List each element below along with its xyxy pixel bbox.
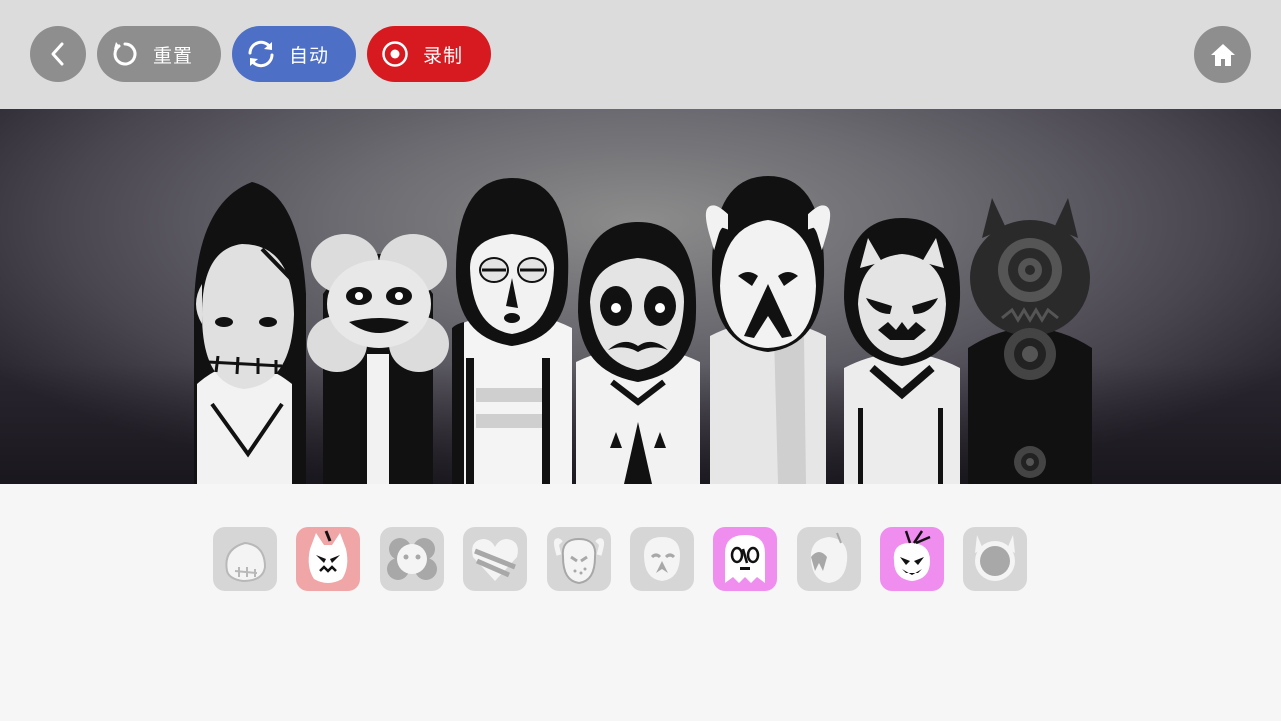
tray-slot-drip[interactable] [797, 527, 861, 591]
home-button[interactable] [1194, 26, 1251, 83]
tray-slot-horned[interactable] [963, 527, 1027, 591]
character-flower-face[interactable] [305, 204, 453, 484]
glasses-ghost-icon [725, 535, 765, 583]
tray-slot-fruit[interactable] [880, 527, 944, 591]
tray-slot-stitched[interactable] [213, 527, 277, 591]
character-cat-mask[interactable] [838, 218, 966, 484]
goat-face-icon [553, 537, 605, 585]
top-toolbar: 重置 自动 录制 [0, 0, 1281, 109]
character-stitched-girl[interactable] [182, 174, 314, 484]
auto-label: 自动 [289, 44, 330, 67]
stitched-face-icon [225, 541, 267, 583]
reset-button[interactable]: 重置 [97, 26, 221, 82]
tray-slot-flower[interactable] [380, 527, 444, 591]
back-button[interactable] [30, 26, 86, 82]
character-target-demon[interactable] [962, 198, 1098, 484]
cat-face-icon [308, 530, 348, 583]
record-button[interactable]: 录制 [367, 26, 491, 82]
record-label: 录制 [423, 44, 464, 67]
sad-face-icon [644, 537, 680, 581]
rotate-icon [113, 42, 137, 66]
tray-slot-heart[interactable] [463, 527, 527, 591]
chevron-left-icon [51, 42, 64, 66]
auto-button[interactable]: 自动 [232, 26, 356, 82]
angry-fruit-icon [893, 530, 931, 581]
character-tray [0, 484, 1281, 721]
drip-head-icon [810, 532, 848, 583]
home-icon [1210, 43, 1235, 66]
tray-slot-sad[interactable] [630, 527, 694, 591]
character-closed-eyes-boy[interactable] [448, 178, 576, 484]
horned-circle-icon [975, 535, 1015, 581]
character-stage [0, 109, 1281, 484]
record-icon [382, 41, 408, 67]
heart-stripe-icon [472, 539, 518, 581]
sync-icon [248, 40, 274, 68]
character-mustache-face[interactable] [572, 222, 704, 484]
tray-slot-goat[interactable] [547, 527, 611, 591]
tray-slot-cat[interactable] [296, 527, 360, 591]
reset-label: 重置 [153, 44, 194, 67]
flower-icon [387, 538, 437, 580]
tray-slot-glasses-ghost[interactable] [713, 527, 777, 591]
character-sad-goat[interactable] [694, 176, 842, 484]
